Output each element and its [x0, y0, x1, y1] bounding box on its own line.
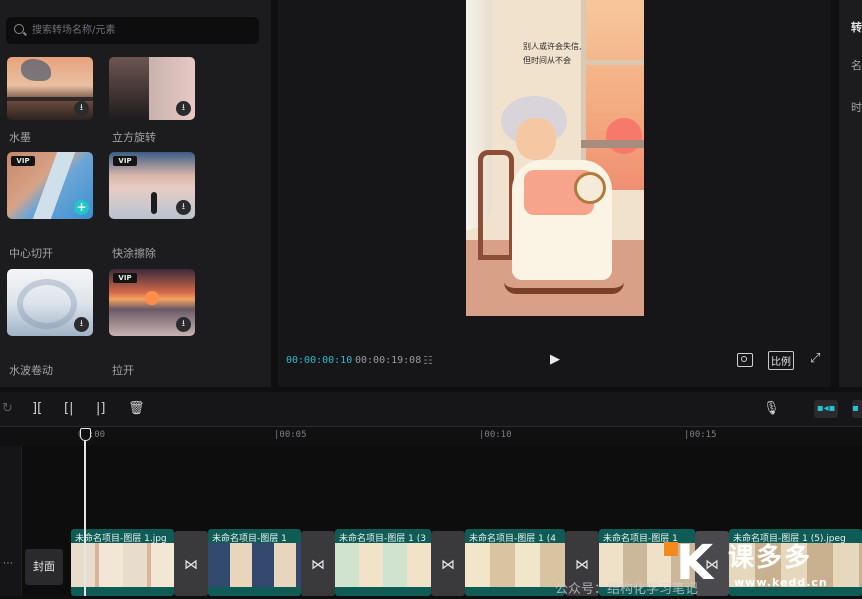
transition-label: 水墨 — [9, 131, 31, 144]
playhead[interactable] — [81, 428, 90, 596]
split-right-icon[interactable]: |] — [96, 401, 105, 416]
timeline-ruler[interactable]: 00:00 |00:05 |00:10 |00:15 — [0, 426, 862, 446]
zoom-fit-icon[interactable] — [737, 353, 753, 367]
delete-icon[interactable]: 🗑 — [128, 401, 145, 416]
transition-thumb-water-roll[interactable]: ⭳ — [7, 269, 93, 336]
transition-thumb-center-split[interactable]: VIP + — [7, 152, 93, 219]
download-icon[interactable]: ⭳ — [176, 317, 191, 332]
transition-thumb-pull-open[interactable]: VIP ⭳ — [109, 269, 195, 336]
ratio-button[interactable]: 比例 — [768, 351, 794, 370]
properties-panel: 转 名 时 — [839, 0, 862, 387]
playback-controls: 00:00:00:10 00:00:19:08 ☷ ▶ 比例 ⤢ — [278, 345, 831, 377]
search-bar[interactable] — [6, 17, 259, 44]
vip-badge: VIP — [11, 156, 35, 166]
add-icon[interactable]: + — [74, 200, 89, 215]
brand-url: www.kedd.cn — [734, 576, 828, 589]
download-icon[interactable]: ⭳ — [74, 317, 89, 332]
play-icon[interactable]: ▶ — [550, 352, 560, 367]
panel-title: 转 — [851, 21, 862, 34]
transition-thumb-cube-rotate[interactable]: ⭳ — [109, 57, 195, 120]
split-icon[interactable]: ][ — [32, 401, 42, 416]
transition-marker[interactable]: ⋈ — [174, 531, 208, 596]
video-clip[interactable]: 未命名项目-图层 1.jpg — [71, 529, 174, 596]
transition-label: 快涂擦除 — [112, 247, 156, 260]
vip-badge: VIP — [113, 273, 137, 283]
ruler-tick: |00:15 — [684, 430, 717, 440]
caption-line: 但时间从不会 — [523, 56, 571, 65]
transition-marker[interactable]: ⋈ — [301, 531, 335, 596]
download-icon[interactable]: ⭳ — [176, 101, 191, 116]
more-icon[interactable]: ⋯ — [3, 558, 13, 569]
property-label: 时 — [851, 101, 862, 114]
fullscreen-icon[interactable]: ⤢ — [810, 351, 820, 366]
vip-badge: VIP — [113, 156, 137, 166]
split-left-icon[interactable]: [| — [64, 401, 73, 416]
brand-logo: K — [664, 537, 724, 589]
main-track-magnet-icon[interactable]: ▪◂▪ — [814, 400, 838, 418]
transition-label: 水波卷动 — [9, 364, 53, 377]
search-icon — [14, 24, 24, 34]
track-header-column: ⋯ — [0, 446, 22, 596]
ruler-tick: |00:05 — [274, 430, 307, 440]
transition-thumb-quick-wipe[interactable]: VIP ⭳ — [109, 152, 195, 219]
timeline-toolbar: ↻ ][ [| |] 🗑 🎙 ▪◂▪ ▪ — [0, 392, 862, 426]
transitions-panel: ⭳ 水墨 ⭳ 立方旋转 VIP + 中心切开 VIP ⭳ 快涂擦除 ⭳ 水波卷动… — [0, 0, 271, 387]
preview-caption: 别人或许会失信, 但时间从不会 — [523, 40, 582, 68]
transition-thumb-shuimo[interactable]: ⭳ — [7, 57, 93, 120]
video-clip[interactable]: 未命名项目-图层 1 (4 — [465, 529, 565, 596]
download-icon[interactable]: ⭳ — [176, 200, 191, 215]
property-label: 名 — [851, 59, 862, 72]
timecode-mode-icon[interactable]: ☷ — [423, 354, 433, 367]
transition-label: 立方旋转 — [112, 131, 156, 144]
caption-line: 别人或许会失信, — [523, 42, 582, 51]
auto-snap-icon[interactable]: ▪ — [852, 400, 862, 418]
total-time: 00:00:19:08 — [355, 355, 422, 366]
transition-label: 中心切开 — [9, 247, 53, 260]
download-icon[interactable]: ⭳ — [74, 101, 89, 116]
microphone-icon[interactable]: 🎙 — [763, 401, 780, 416]
preview-frame: 别人或许会失信, 但时间从不会 — [466, 0, 644, 316]
cover-button[interactable]: 封面 — [25, 549, 63, 585]
transition-label: 拉开 — [112, 364, 134, 377]
search-input[interactable] — [32, 17, 252, 44]
video-clip[interactable]: 未命名项目-图层 1 (3 — [335, 529, 431, 596]
ruler-tick: |00:10 — [479, 430, 512, 440]
redo-icon[interactable]: ↻ — [2, 401, 13, 416]
brand-name: 课多多 — [728, 543, 813, 573]
current-time: 00:00:00:10 — [286, 355, 353, 366]
transition-marker[interactable]: ⋈ — [431, 531, 465, 596]
video-clip[interactable]: 未命名项目-图层 1 — [208, 529, 301, 596]
